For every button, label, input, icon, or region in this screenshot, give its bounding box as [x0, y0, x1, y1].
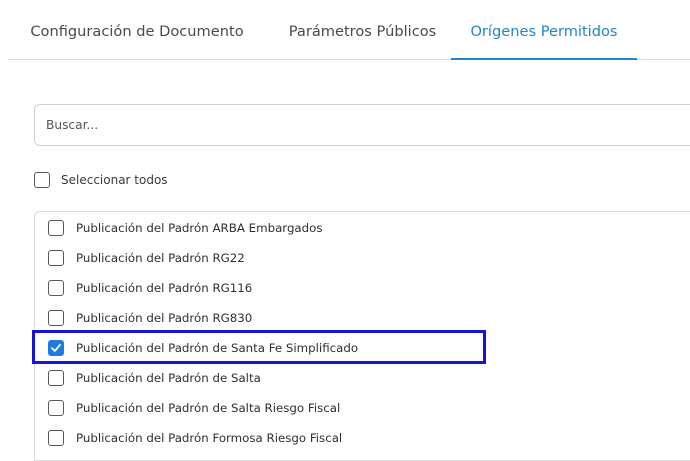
list-item[interactable]: Publicación del Padrón ARBA Embargados	[35, 213, 690, 243]
item-label: Publicación del Padrón Formosa Riesgo Fi…	[76, 431, 343, 445]
tab-configuracion-documento[interactable]: Configuración de Documento	[8, 0, 266, 58]
item-checkbox-checked[interactable]	[48, 340, 64, 356]
item-label: Publicación del Padrón de Santa Fe Simpl…	[76, 341, 359, 355]
item-checkbox[interactable]	[48, 400, 64, 416]
search-box	[34, 104, 690, 146]
list-item[interactable]: Publicación del Padrón de Salta Riesgo F…	[35, 393, 690, 423]
tab-parametros-publicos[interactable]: Parámetros Públicos	[266, 0, 459, 58]
list-item[interactable]: Publicación del Padrón RG116	[35, 273, 690, 303]
origins-list: Publicación del Padrón ARBA Embargados P…	[34, 211, 690, 461]
list-item[interactable]: Publicación del Padrón de Santa Fe Simpl…	[35, 333, 690, 363]
item-checkbox[interactable]	[48, 430, 64, 446]
item-checkbox[interactable]	[48, 280, 64, 296]
list-item[interactable]: Publicación del Padrón RG830	[35, 303, 690, 333]
item-label: Publicación del Padrón RG116	[76, 281, 253, 295]
list-item[interactable]: Publicación del Padrón Formosa Riesgo Fi…	[35, 423, 690, 453]
item-checkbox[interactable]	[48, 220, 64, 236]
tab-origenes-permitidos[interactable]: Orígenes Permitidos	[451, 0, 637, 60]
list-item[interactable]: Publicación del Padrón RG22	[35, 243, 690, 273]
check-icon	[51, 343, 61, 352]
item-label: Publicación del Padrón RG830	[76, 311, 253, 325]
tab-bar: Configuración de Documento Parámetros Pú…	[8, 0, 690, 60]
search-input[interactable]	[35, 105, 646, 145]
item-label: Publicación del Padrón ARBA Embargados	[76, 221, 323, 235]
item-checkbox[interactable]	[48, 310, 64, 326]
item-checkbox[interactable]	[48, 370, 64, 386]
item-label: Publicación del Padrón de Salta	[76, 371, 261, 385]
select-all-label: Seleccionar todos	[61, 173, 168, 187]
item-label: Publicación del Padrón RG22	[76, 251, 245, 265]
select-all-checkbox[interactable]	[34, 172, 50, 188]
item-checkbox[interactable]	[48, 250, 64, 266]
list-item[interactable]: Publicación del Padrón de Salta	[35, 363, 690, 393]
item-label: Publicación del Padrón de Salta Riesgo F…	[76, 401, 341, 415]
